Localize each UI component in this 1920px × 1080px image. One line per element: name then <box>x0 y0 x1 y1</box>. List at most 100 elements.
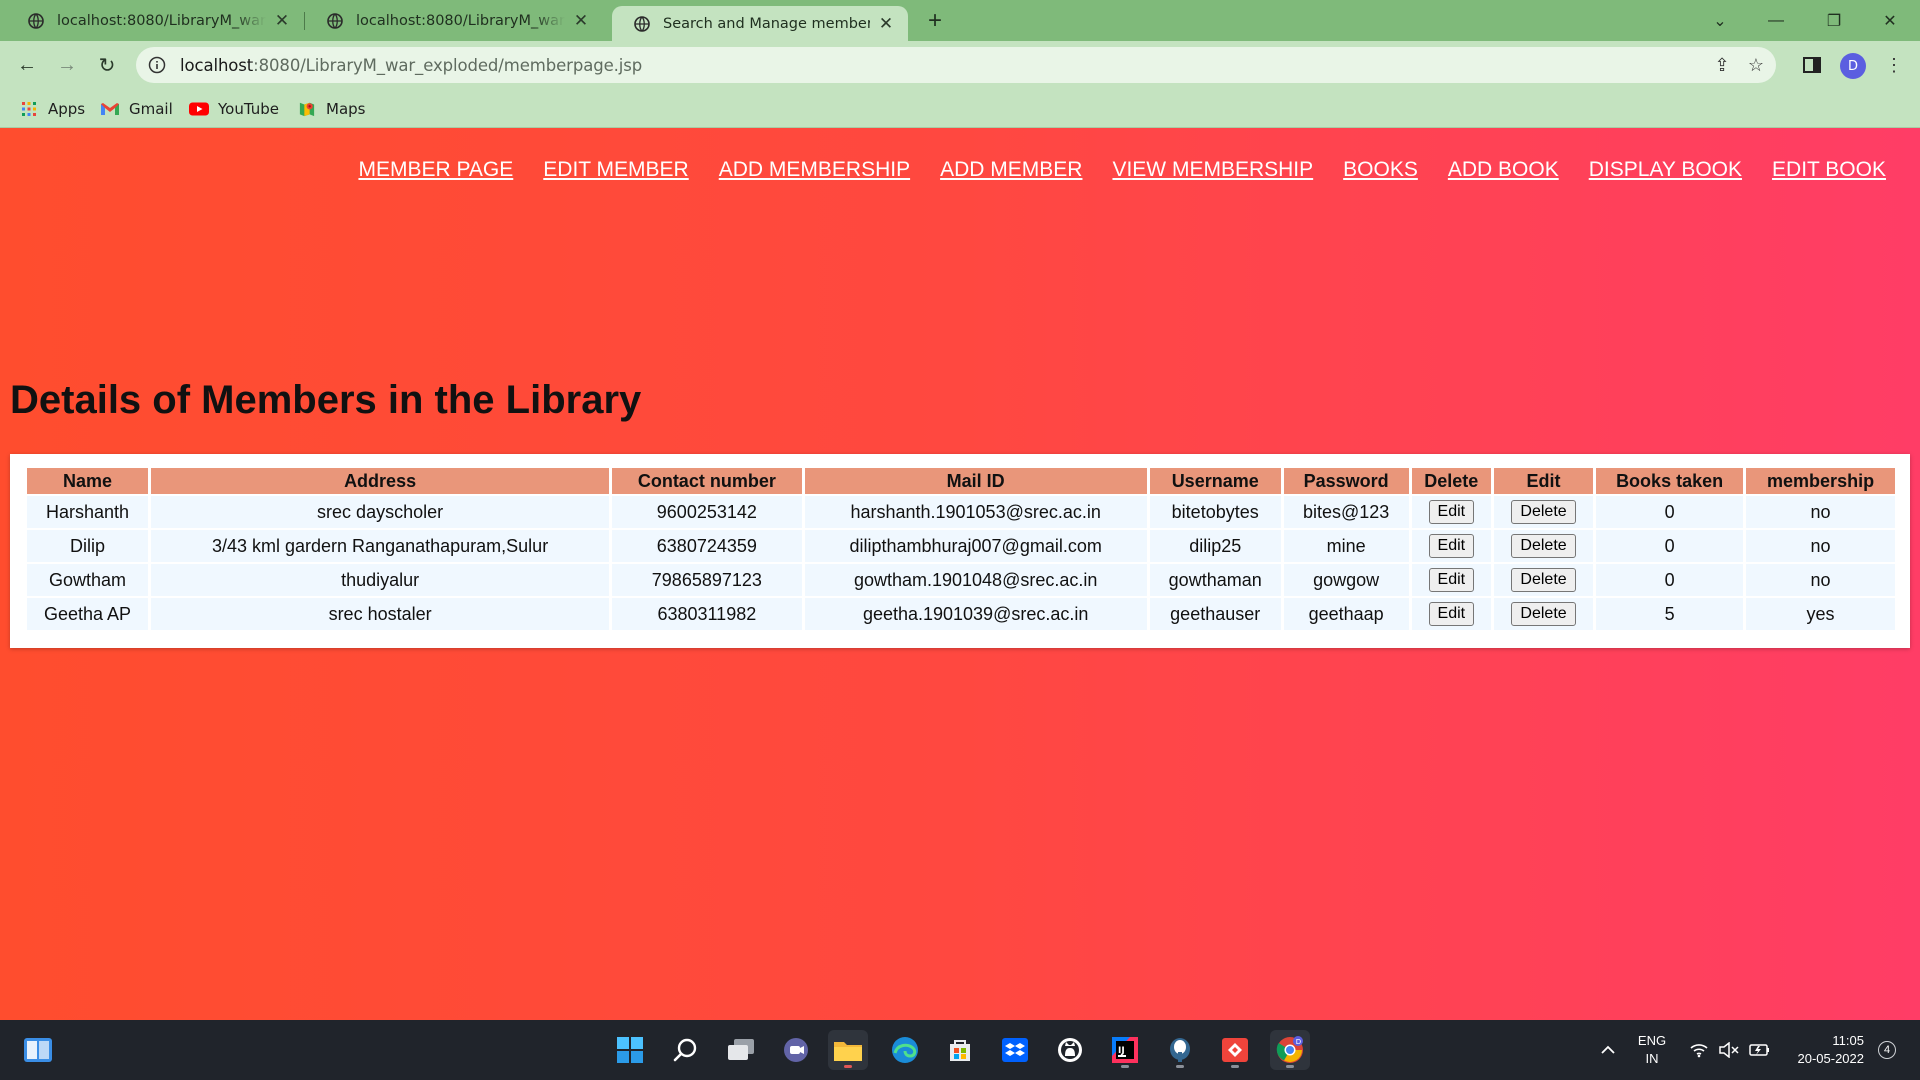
dropbox-icon[interactable] <box>995 1030 1035 1070</box>
cell-username: bitetobytes <box>1149 496 1281 528</box>
cell-edit-column: Delete <box>1494 530 1594 562</box>
forward-button[interactable]: → <box>51 49 83 81</box>
site-info-icon[interactable] <box>148 56 166 74</box>
close-tab-icon[interactable]: ✕ <box>571 11 591 31</box>
edit-button[interactable]: Edit <box>1428 500 1475 524</box>
wifi-icon[interactable] <box>1684 1030 1714 1070</box>
nav-link-display-book[interactable]: DISPLAY BOOK <box>1589 158 1742 182</box>
bookmark-maps[interactable]: Maps <box>297 98 365 120</box>
browser-tab-1[interactable]: localhost:8080/LibraryM_war_exploded/mem… <box>6 0 304 41</box>
nav-link-edit-member[interactable]: EDIT MEMBER <box>543 158 688 182</box>
cell-password: geethaap <box>1283 598 1409 630</box>
tab-search-chevron-icon[interactable]: ⌄ <box>1692 0 1748 41</box>
running-indicator <box>1286 1065 1294 1068</box>
browser-tab-active[interactable]: Search and Manage member ✕ <box>612 6 908 41</box>
running-indicator <box>1121 1065 1129 1068</box>
new-tab-button[interactable]: + <box>922 7 948 34</box>
more-menu-icon[interactable]: ⋮ <box>1884 55 1904 75</box>
search-icon[interactable] <box>666 1030 706 1070</box>
delete-button[interactable]: Delete <box>1511 568 1576 592</box>
task-view-icon[interactable] <box>721 1030 761 1070</box>
bookmark-label: Maps <box>326 100 366 118</box>
cell-name: Geetha AP <box>27 598 149 630</box>
edit-button[interactable]: Edit <box>1428 534 1475 558</box>
cell-username: geethauser <box>1149 598 1281 630</box>
start-windows-icon[interactable] <box>610 1030 650 1070</box>
nav-link-member-page[interactable]: MEMBER PAGE <box>358 158 513 182</box>
edge-browser-icon[interactable] <box>885 1030 925 1070</box>
microsoft-store-icon[interactable] <box>940 1030 980 1070</box>
tab-title: Search and Manage member <box>663 15 870 32</box>
share-icon[interactable]: ⇪ <box>1712 55 1732 75</box>
bookmarks-bar: Apps Gmail YouTube Maps <box>0 90 1920 128</box>
cell-address: 3/43 kml gardern Ranganathapuram,Sulur <box>151 530 610 562</box>
language-label: ENG <box>1637 1033 1667 1048</box>
intellij-icon[interactable]: IJ <box>1105 1030 1145 1070</box>
globe-icon <box>28 12 44 29</box>
show-hidden-icons-chevron[interactable] <box>1590 1030 1626 1070</box>
cell-mail: geetha.1901039@srec.ac.in <box>804 598 1147 630</box>
tab-strip: localhost:8080/LibraryM_war_exploded/mem… <box>0 0 1920 41</box>
battery-icon[interactable] <box>1744 1030 1774 1070</box>
back-button[interactable]: ← <box>11 49 43 81</box>
bookmark-apps[interactable]: Apps <box>19 98 85 120</box>
nav-link-view-membership[interactable]: VIEW MEMBERSHIP <box>1112 158 1313 182</box>
cell-mail: gowtham.1901048@srec.ac.in <box>804 564 1147 596</box>
bookmark-youtube[interactable]: YouTube <box>189 98 279 120</box>
teams-chat-icon[interactable] <box>776 1030 816 1070</box>
page-content: MEMBER PAGE EDIT MEMBER ADD MEMBERSHIP A… <box>0 128 1920 1020</box>
nav-link-edit-book[interactable]: EDIT BOOK <box>1772 158 1886 182</box>
page-title: Details of Members in the Library <box>10 378 642 422</box>
restore-button[interactable]: ❐ <box>1806 0 1862 41</box>
edit-button[interactable]: Edit <box>1428 568 1475 592</box>
clock-date: 20-05-2022 <box>1797 1051 1865 1066</box>
close-tab-icon[interactable]: ✕ <box>876 14 896 34</box>
notification-center[interactable]: 4 <box>1874 1030 1900 1070</box>
column-header-contact: Contact number <box>612 468 802 494</box>
clock[interactable]: 11:05 20-05-2022 <box>1780 1032 1865 1068</box>
file-explorer-icon[interactable] <box>828 1030 868 1070</box>
close-window-button[interactable]: ✕ <box>1862 0 1918 41</box>
close-tab-icon[interactable]: ✕ <box>272 11 292 31</box>
nav-link-add-book[interactable]: ADD BOOK <box>1448 158 1559 182</box>
cell-books-taken: 0 <box>1596 564 1744 596</box>
cell-delete-column: Edit <box>1411 496 1491 528</box>
chrome-icon[interactable]: D <box>1270 1030 1310 1070</box>
nav-link-books[interactable]: BOOKS <box>1343 158 1418 182</box>
cell-password: bites@123 <box>1283 496 1409 528</box>
reload-button[interactable]: ↻ <box>91 49 123 81</box>
cell-edit-column: Delete <box>1494 564 1594 596</box>
tab-title: localhost:8080/LibraryM_war_exploded/mem… <box>57 12 266 29</box>
gmail-icon <box>101 103 119 115</box>
cell-mail: dilipthambhuraj007@gmail.com <box>804 530 1147 562</box>
volume-muted-icon[interactable] <box>1714 1030 1744 1070</box>
notification-count-badge: 4 <box>1878 1041 1896 1059</box>
widgets-icon[interactable] <box>18 1030 58 1070</box>
browser-tab-2[interactable]: localhost:8080/LibraryM_war_exploded/mem… <box>305 0 603 41</box>
minimize-button[interactable]: — <box>1748 0 1804 41</box>
language-indicator[interactable]: ENG IN <box>1632 1032 1672 1068</box>
delete-button[interactable]: Delete <box>1511 534 1576 558</box>
table-header-row: Name Address Contact number Mail ID User… <box>27 468 1895 494</box>
anydesk-icon[interactable] <box>1215 1030 1255 1070</box>
cell-contact: 79865897123 <box>612 564 802 596</box>
cell-name: Dilip <box>27 530 149 562</box>
url-text: localhost:8080/LibraryM_war_exploded/mem… <box>180 56 642 75</box>
profile-avatar[interactable]: D <box>1840 53 1866 79</box>
github-icon[interactable] <box>1050 1030 1090 1070</box>
column-header-name: Name <box>27 468 149 494</box>
side-panel-icon[interactable] <box>1802 55 1822 75</box>
edit-button[interactable]: Edit <box>1428 602 1475 626</box>
members-table: Name Address Contact number Mail ID User… <box>24 466 1898 632</box>
cell-address: srec hostaler <box>151 598 610 630</box>
delete-button[interactable]: Delete <box>1511 500 1576 524</box>
address-bar[interactable]: localhost:8080/LibraryM_war_exploded/mem… <box>136 47 1776 83</box>
bookmark-star-icon[interactable]: ☆ <box>1746 55 1766 75</box>
nav-link-add-membership[interactable]: ADD MEMBERSHIP <box>719 158 910 182</box>
nav-link-add-member[interactable]: ADD MEMBER <box>940 158 1082 182</box>
delete-button[interactable]: Delete <box>1511 602 1576 626</box>
url-path: :8080/LibraryM_war_exploded/memberpage.j… <box>253 55 643 75</box>
running-indicator <box>1176 1065 1184 1068</box>
postgresql-icon[interactable] <box>1160 1030 1200 1070</box>
bookmark-gmail[interactable]: Gmail <box>100 98 173 120</box>
